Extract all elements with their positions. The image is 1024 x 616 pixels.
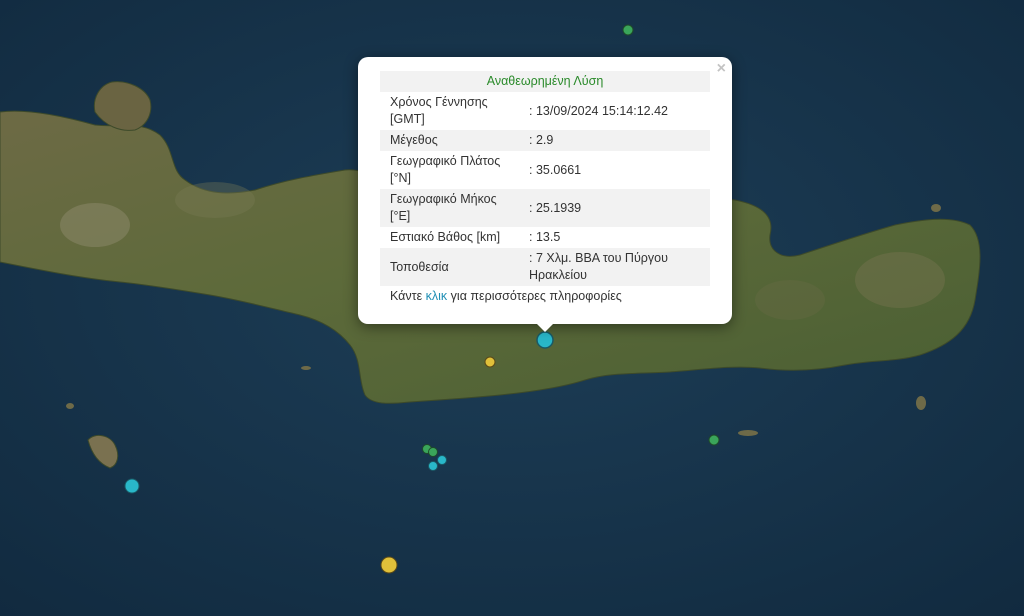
row-value: : 25.1939: [529, 200, 582, 215]
earthquake-marker[interactable]: [437, 455, 447, 465]
close-icon[interactable]: ×: [717, 59, 726, 79]
row-value: : 2.9: [529, 133, 554, 147]
row-label: Τοποθεσία: [390, 259, 449, 274]
earthquake-marker[interactable]: [428, 461, 438, 471]
table-row: Γεωγραφικό Μήκος [°E] : 25.1939: [380, 189, 710, 227]
table-row: Χρόνος Γέννησης [GMT] : 13/09/2024 15:14…: [380, 92, 710, 130]
table-row: Τοποθεσία : 7 Χλμ. ΒΒΑ του Πύργου Ηρακλε…: [380, 248, 710, 286]
earthquake-marker[interactable]: [428, 447, 438, 457]
table-row: Εστιακό Βάθος [km] : 13.5: [380, 227, 710, 248]
row-label: Γεωγραφικό Μήκος [°E]: [390, 192, 497, 223]
more-info-text: Κάντε κλικ για περισσότερες πληροφορίες: [380, 289, 710, 303]
more-info-prefix: Κάντε: [390, 289, 426, 303]
earthquake-marker[interactable]: [484, 356, 496, 368]
info-table: Χρόνος Γέννησης [GMT] : 13/09/2024 15:14…: [380, 92, 710, 286]
earthquake-marker[interactable]: [622, 24, 634, 36]
islet: [738, 430, 758, 436]
row-label: Εστιακό Βάθος [km]: [390, 230, 501, 244]
row-value: : 35.0661: [529, 162, 582, 177]
earthquake-marker[interactable]: [380, 556, 398, 574]
islet: [301, 366, 311, 370]
earthquake-marker[interactable]: [124, 478, 140, 494]
row-label: Χρόνος Γέννησης [GMT]: [390, 95, 488, 126]
earthquake-marker-selected[interactable]: [536, 331, 554, 349]
row-value: : 13.5: [529, 230, 561, 244]
islet: [916, 396, 926, 410]
more-info-suffix: για περισσότερες πληροφορίες: [447, 289, 622, 303]
popup-tip: [535, 322, 555, 332]
more-info-link[interactable]: κλικ: [426, 289, 448, 303]
table-row: Γεωγραφικό Πλάτος [°N] : 35.0661: [380, 151, 710, 189]
islet: [66, 403, 74, 409]
row-value: : 13/09/2024 15:14:12.42: [529, 103, 669, 118]
row-label: Γεωγραφικό Πλάτος [°N]: [390, 154, 501, 185]
popup-title: Αναθεωρημένη Λύση: [380, 71, 710, 92]
islet: [931, 204, 941, 212]
earthquake-info-popup: × Αναθεωρημένη Λύση Χρόνος Γέννησης [GMT…: [358, 57, 732, 324]
row-label: Μέγεθος: [390, 133, 438, 147]
row-value: : 7 Χλμ. ΒΒΑ του Πύργου Ηρακλείου: [529, 251, 668, 282]
earthquake-marker[interactable]: [708, 434, 720, 446]
table-row: Μέγεθος : 2.9: [380, 130, 710, 151]
